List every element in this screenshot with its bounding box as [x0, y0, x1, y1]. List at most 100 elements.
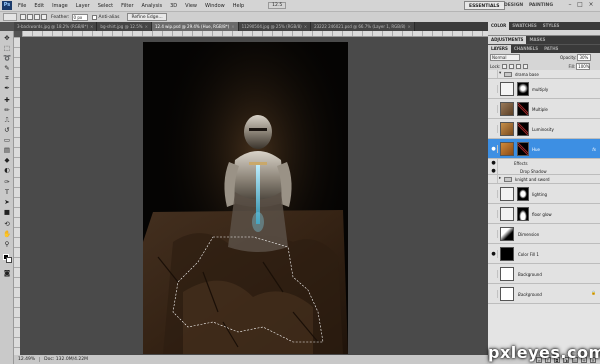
layer-mask-thumbnail[interactable]	[517, 142, 529, 156]
pen-tool-icon[interactable]: ✑	[2, 178, 12, 187]
fx-badge[interactable]: fx	[592, 147, 596, 152]
new-selection-icon[interactable]	[20, 14, 26, 20]
visibility-toggle[interactable]	[490, 125, 498, 133]
document-canvas[interactable]	[143, 42, 348, 354]
lock-pixels-icon[interactable]	[509, 63, 515, 69]
close-tab-icon[interactable]: ×	[90, 24, 93, 29]
layer-row[interactable]: floor glow	[488, 204, 600, 224]
hand-tool-icon[interactable]: ✋	[2, 230, 12, 239]
disclosure-triangle-icon[interactable]: ▾	[499, 71, 501, 76]
menu-view[interactable]: View	[181, 3, 201, 9]
path-select-tool-icon[interactable]: ➤	[2, 198, 12, 207]
opacity-input[interactable]: 30%	[577, 54, 592, 61]
eye-icon[interactable]: ●	[490, 159, 498, 167]
tool-preset-picker[interactable]	[3, 13, 17, 21]
eyedropper-tool-icon[interactable]: ✒	[2, 84, 12, 93]
layer-mask-thumbnail[interactable]	[517, 187, 529, 201]
layer-row[interactable]: Background 🔒	[488, 284, 600, 304]
eraser-tool-icon[interactable]: ▭	[2, 136, 12, 145]
close-tab-icon[interactable]: ×	[231, 24, 234, 29]
subtract-selection-icon[interactable]	[34, 14, 40, 20]
antialias-checkbox[interactable]	[91, 14, 97, 20]
zoom-level[interactable]: 12.49%	[14, 357, 41, 362]
menu-select[interactable]: Select	[94, 3, 117, 9]
layer-mask-thumbnail[interactable]	[517, 82, 529, 96]
workspace-design[interactable]: DESIGN	[500, 1, 527, 10]
crop-tool-icon[interactable]: ⌗	[2, 74, 12, 83]
visibility-toggle[interactable]	[490, 70, 498, 78]
background-color-swatch[interactable]	[6, 257, 12, 263]
layer-row[interactable]: Background	[488, 264, 600, 284]
visibility-toggle[interactable]	[490, 270, 498, 278]
visibility-toggle[interactable]	[490, 85, 498, 93]
doc-tab[interactable]: 3-backwards.jpg @ 18.2% (RGB/8*) ×	[14, 22, 98, 31]
intersect-selection-icon[interactable]	[41, 14, 47, 20]
minimize-icon[interactable]: –	[566, 1, 574, 9]
doc-tab[interactable]: bg-shirt.jpg @ 12.5% ×	[97, 22, 152, 31]
visibility-toggle[interactable]	[490, 230, 498, 238]
marquee-tool-icon[interactable]: ⬚	[2, 44, 12, 53]
menu-analysis[interactable]: Analysis	[138, 3, 167, 9]
tab-layers[interactable]: LAYERS	[488, 45, 511, 53]
tab-channels[interactable]: CHANNELS	[511, 45, 541, 53]
doc-tab-active[interactable]: 12.4 wip.psd @ 29.4% (Hue, RGB/8*) ×	[151, 22, 239, 31]
menu-image[interactable]: Image	[48, 3, 72, 9]
lock-position-icon[interactable]	[516, 63, 522, 69]
visibility-toggle[interactable]	[490, 105, 498, 113]
menu-edit[interactable]: Edit	[30, 3, 48, 9]
menu-filter[interactable]: Filter	[117, 3, 137, 9]
layer-group-row[interactable]: ▾ drama base	[488, 70, 600, 79]
eye-icon[interactable]: ●	[490, 250, 498, 258]
workspace-painting[interactable]: PAINTING	[525, 1, 557, 10]
zoom-select[interactable]: 12.5	[268, 2, 287, 9]
layer-row[interactable]: Multiple	[488, 99, 600, 119]
eye-icon[interactable]: ●	[490, 167, 498, 175]
visibility-toggle[interactable]	[490, 210, 498, 218]
effects-row[interactable]: ● Effects	[488, 159, 600, 167]
gradient-tool-icon[interactable]: ▤	[2, 146, 12, 155]
zoom-tool-icon[interactable]: ⚲	[2, 240, 12, 249]
menu-3d[interactable]: 3D	[166, 3, 181, 9]
visibility-toggle[interactable]	[490, 175, 498, 183]
menu-window[interactable]: Window	[201, 3, 229, 9]
clone-stamp-tool-icon[interactable]: ⎍	[2, 116, 12, 125]
menu-help[interactable]: Help	[229, 3, 248, 9]
quick-mask-icon[interactable]: ◙	[2, 269, 12, 278]
visibility-toggle[interactable]	[490, 190, 498, 198]
fill-input[interactable]: 100%	[576, 62, 591, 70]
layer-mask-thumbnail[interactable]	[517, 102, 529, 116]
close-tab-icon[interactable]: ×	[304, 24, 307, 29]
document-size[interactable]: Doc: 132.0M/4.22M	[40, 357, 92, 362]
type-tool-icon[interactable]: T	[2, 188, 12, 197]
3d-rotate-tool-icon[interactable]: ⟲	[2, 220, 12, 229]
brush-tool-icon[interactable]: ✏	[2, 106, 12, 115]
shape-tool-icon[interactable]: ■	[2, 208, 12, 217]
lock-all-icon[interactable]	[523, 63, 529, 69]
blur-tool-icon[interactable]: ◆	[2, 156, 12, 165]
layer-row[interactable]: lighting	[488, 184, 600, 204]
workspace-essentials[interactable]: ESSENTIALS	[464, 1, 505, 10]
visibility-toggle[interactable]	[490, 290, 498, 298]
blend-mode-select[interactable]: Normal	[490, 54, 520, 61]
refine-edge-button[interactable]: Refine Edge...	[127, 13, 167, 21]
layer-row[interactable]: Luminosity	[488, 119, 600, 139]
tab-adjustments[interactable]: ADJUSTMENTS	[488, 36, 527, 44]
healing-tool-icon[interactable]: ✚	[2, 96, 12, 105]
close-tab-icon[interactable]: ×	[145, 24, 148, 29]
tab-swatches[interactable]: SWATCHES	[509, 22, 540, 30]
menu-layer[interactable]: Layer	[72, 3, 94, 9]
disclosure-triangle-icon[interactable]: ▸	[499, 176, 501, 181]
eye-icon[interactable]: ●	[490, 145, 498, 153]
close-tab-icon[interactable]: ×	[407, 24, 410, 29]
lasso-tool-icon[interactable]: ➰	[2, 54, 12, 63]
tab-masks[interactable]: MASKS	[526, 36, 548, 44]
doc-tab[interactable]: 23222 246021.psd @ 66.7% (Layer 1, RGB/8…	[311, 22, 415, 31]
tab-styles[interactable]: STYLES	[540, 22, 563, 30]
layer-group-row[interactable]: ▸ knight and sword	[488, 175, 600, 184]
history-brush-tool-icon[interactable]: ↺	[2, 126, 12, 135]
feather-input[interactable]: 0 px	[71, 13, 88, 21]
add-selection-icon[interactable]	[27, 14, 33, 20]
doc-tab[interactable]: 11290504.jpg @ 25% (RGB/8) ×	[238, 22, 312, 31]
layer-row-selected[interactable]: ● Hue fx	[488, 139, 600, 159]
tab-paths[interactable]: PATHS	[541, 45, 561, 53]
